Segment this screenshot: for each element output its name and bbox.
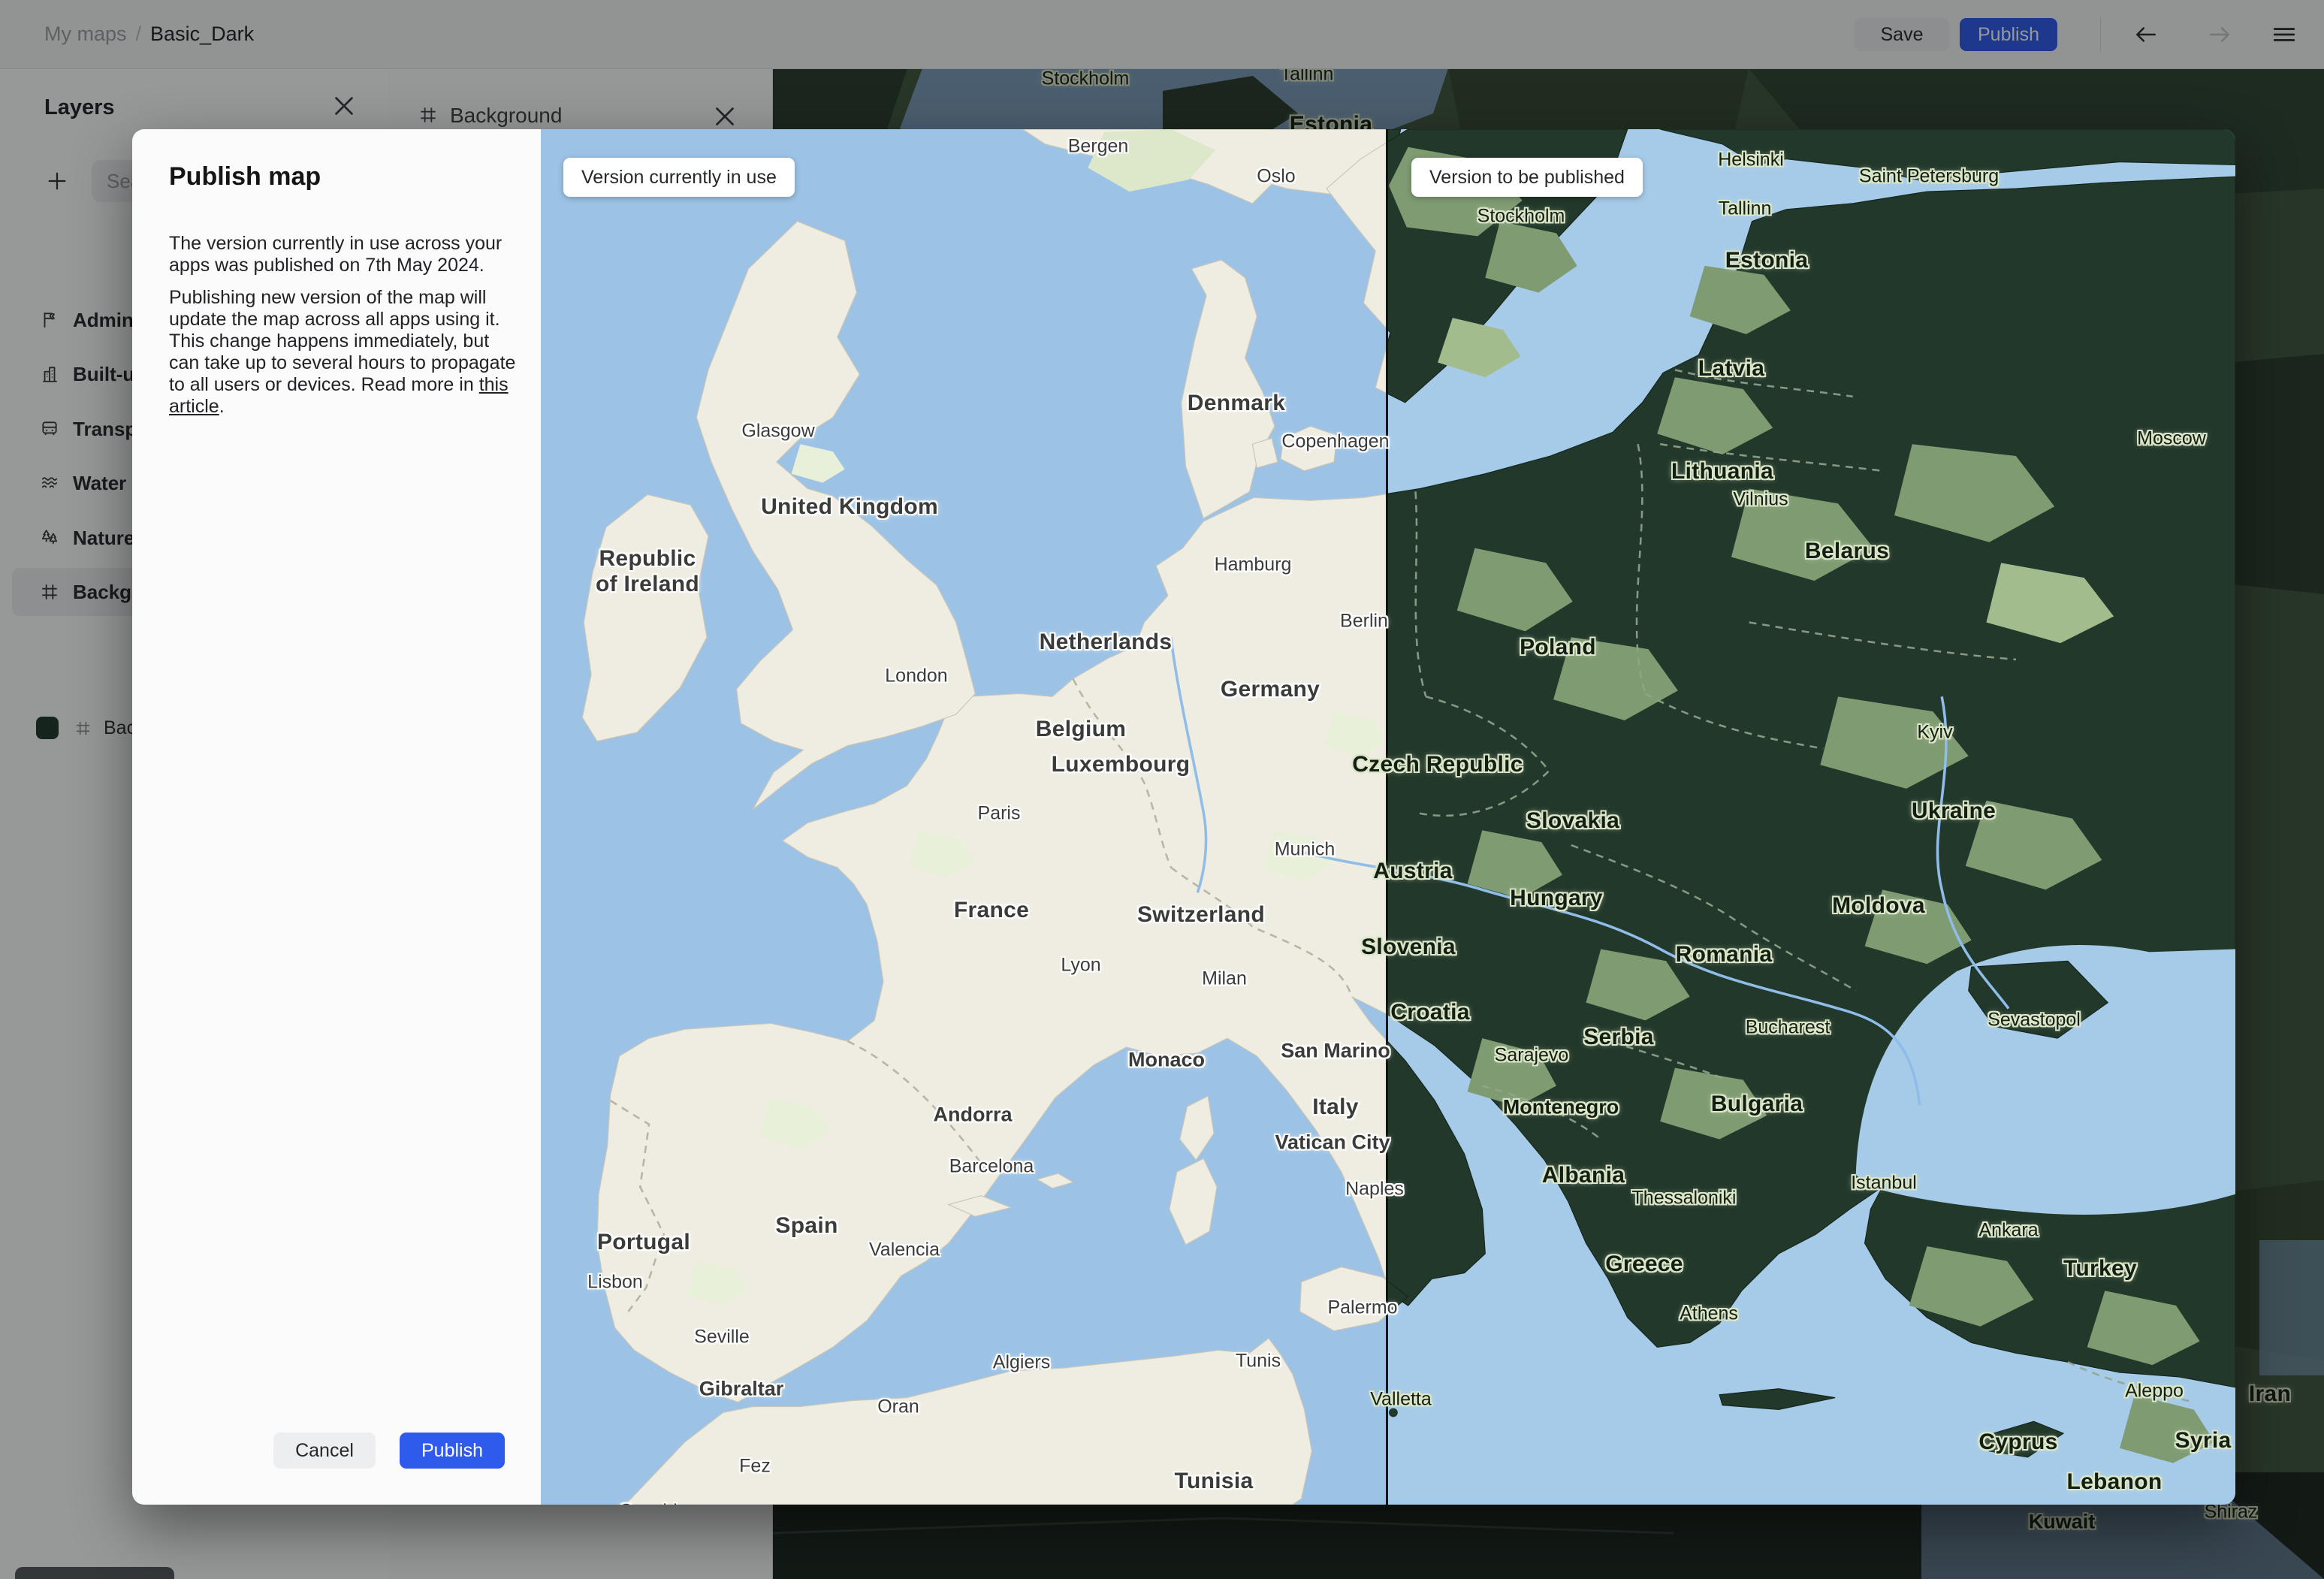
dialog-actions: Cancel Publish [132,1433,541,1469]
dialog-paragraph-2-text: Publishing new version of the map will u… [169,287,516,395]
app-window: Stockholm Tallinn Estonia Iran Kuwait Shiraz … [0,0,2324,1579]
publish-dialog: Publish map The version currently in use… [132,129,541,1505]
dialog-paragraph-2: Publishing new version of the map will u… [169,287,524,418]
map-published-version[interactable] [1387,129,2235,1505]
published-version-badge: Version to be published [1411,158,1643,197]
dialog-paragraph-2-period: . [219,396,225,417]
publish-modal: Publish map The version currently in use… [132,129,2235,1505]
dialog-publish-button[interactable]: Publish [400,1433,505,1469]
map-current-version[interactable] [541,129,1387,1505]
dialog-paragraph-1: The version currently in use across your… [169,233,503,276]
dialog-title: Publish map [169,162,321,191]
cancel-button[interactable]: Cancel [273,1433,376,1469]
map-compare-view: Bergen Oslo Glasgow United Kingdom Republic o… [541,129,2235,1505]
current-version-badge: Version currently in use [563,158,795,197]
compare-divider[interactable] [1386,129,1388,1505]
